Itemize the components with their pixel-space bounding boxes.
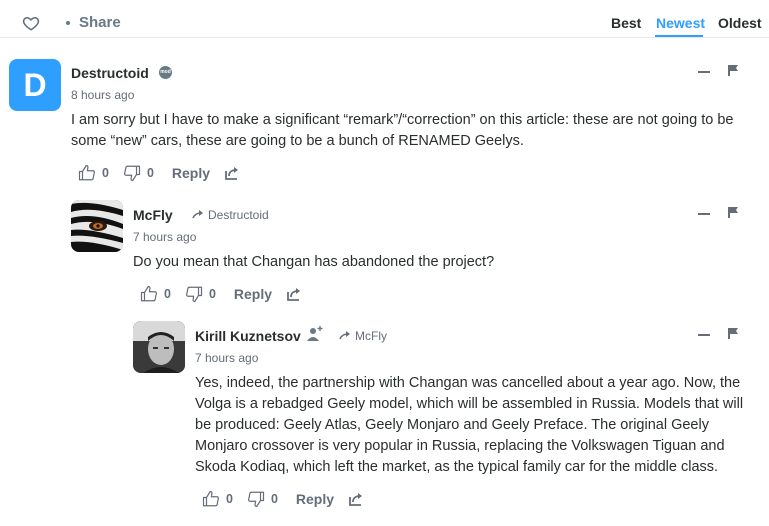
reply-button[interactable]: Reply: [296, 491, 334, 507]
upvote-count: 0: [164, 287, 171, 301]
thumbs-up-icon[interactable]: [202, 490, 220, 508]
comment-actions: 0 0 Reply: [78, 164, 240, 182]
flag-icon[interactable]: [727, 64, 739, 76]
reply-to-author: Destructoid: [208, 208, 269, 222]
thumbs-up-icon[interactable]: [78, 164, 96, 182]
reply-to-author: McFly: [355, 329, 387, 343]
reply-arrow-icon: [339, 331, 350, 340]
reply-button[interactable]: Reply: [234, 286, 272, 302]
share-icon[interactable]: [348, 491, 364, 507]
thumbs-down-icon[interactable]: [247, 490, 265, 508]
tab-oldest[interactable]: Oldest: [718, 15, 762, 31]
collapse-icon[interactable]: [698, 213, 710, 215]
comment-body: I am sorry but I have to make a signific…: [71, 112, 734, 149]
reply-button[interactable]: Reply: [172, 165, 210, 181]
thumbs-down-icon[interactable]: [123, 164, 141, 182]
flag-icon[interactable]: [727, 327, 739, 339]
share-button[interactable]: Share: [79, 14, 121, 31]
author-name[interactable]: McFly: [133, 207, 173, 223]
separator-dot: [66, 21, 70, 25]
downvote-count: 0: [208, 287, 216, 301]
zebra-avatar-image: [71, 200, 123, 252]
tab-best[interactable]: Best: [611, 15, 641, 31]
comments-header: Share Best Newest Oldest: [0, 0, 769, 46]
in-reply-to[interactable]: Destructoid: [192, 208, 269, 222]
tab-newest[interactable]: Newest: [656, 15, 705, 31]
avatar[interactable]: D: [9, 59, 61, 111]
author-name[interactable]: Destructoid: [71, 65, 149, 81]
timestamp[interactable]: 7 hours ago: [195, 351, 258, 365]
timestamp[interactable]: 8 hours ago: [71, 88, 134, 102]
collapse-icon[interactable]: [698, 334, 710, 336]
comment-actions: 0 0 Reply: [140, 285, 302, 303]
thumbs-up-icon[interactable]: [140, 285, 158, 303]
downvote-count: 0: [146, 166, 154, 180]
avatar-letter: D: [23, 66, 47, 103]
share-icon[interactable]: [286, 286, 302, 302]
upvote-count: 0: [102, 166, 109, 180]
comment-body: Yes, indeed, the partnership with Changa…: [195, 375, 744, 475]
timestamp[interactable]: 7 hours ago: [133, 230, 196, 244]
avatar[interactable]: [133, 321, 185, 373]
comment-body: Do you mean that Changan has abandoned t…: [133, 254, 495, 270]
reply-arrow-icon: [192, 210, 203, 219]
comment-actions: 0 0 Reply: [202, 490, 364, 508]
badge-label: mod: [160, 69, 171, 75]
in-reply-to[interactable]: McFly: [339, 329, 387, 343]
thumbs-down-icon[interactable]: [185, 285, 203, 303]
upvote-count: 0: [226, 492, 233, 506]
follow-user-icon[interactable]: [306, 325, 324, 341]
avatar[interactable]: [71, 200, 123, 252]
collapse-icon[interactable]: [698, 71, 710, 73]
author-name[interactable]: Kirill Kuznetsov: [195, 328, 301, 344]
profile-photo-image: [133, 321, 185, 373]
header-divider: [0, 37, 769, 38]
heart-icon[interactable]: [22, 14, 40, 32]
share-icon[interactable]: [224, 165, 240, 181]
moderator-badge: mod: [159, 66, 172, 79]
downvote-count: 0: [270, 492, 278, 506]
flag-icon[interactable]: [727, 206, 739, 218]
